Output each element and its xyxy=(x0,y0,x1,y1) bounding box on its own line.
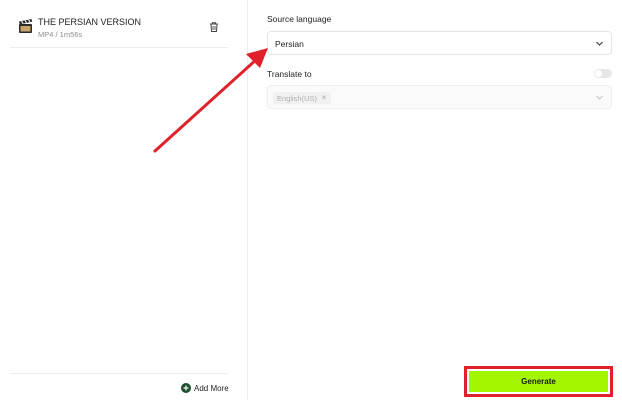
file-list-item[interactable]: THE PERSIAN VERSION MP4 / 1m56s xyxy=(10,8,228,48)
language-tag: English(US) ✕ xyxy=(273,92,331,104)
toggle-knob xyxy=(595,70,602,77)
left-footer-divider xyxy=(10,373,228,374)
source-language-select[interactable]: Persian xyxy=(267,31,612,55)
trash-icon[interactable] xyxy=(208,21,220,33)
source-language-label: Source language xyxy=(267,14,332,24)
chevron-down-icon xyxy=(596,95,603,100)
chevron-down-icon xyxy=(596,41,603,46)
add-more-button[interactable]: Add More xyxy=(181,383,229,393)
translate-to-label: Translate to xyxy=(267,69,312,79)
generate-highlight-box: Generate xyxy=(464,366,613,397)
file-title: THE PERSIAN VERSION xyxy=(38,17,142,27)
app-window: THE PERSIAN VERSION MP4 / 1m56s Add More… xyxy=(0,0,622,400)
settings-panel: Source language Persian Translate to Eng… xyxy=(249,0,622,400)
add-more-label: Add More xyxy=(194,383,229,393)
language-tag-label: English(US) xyxy=(277,93,318,103)
translate-toggle[interactable] xyxy=(594,69,612,78)
source-language-value: Persian xyxy=(275,39,304,49)
tag-close-icon[interactable]: ✕ xyxy=(321,95,327,102)
clapperboard-icon xyxy=(19,19,33,33)
generate-button[interactable]: Generate xyxy=(469,371,608,392)
file-meta: MP4 / 1m56s xyxy=(38,30,83,39)
plus-circle-icon xyxy=(181,383,191,393)
file-list-panel: THE PERSIAN VERSION MP4 / 1m56s Add More xyxy=(0,0,248,400)
translate-to-select[interactable]: English(US) ✕ xyxy=(267,85,612,109)
